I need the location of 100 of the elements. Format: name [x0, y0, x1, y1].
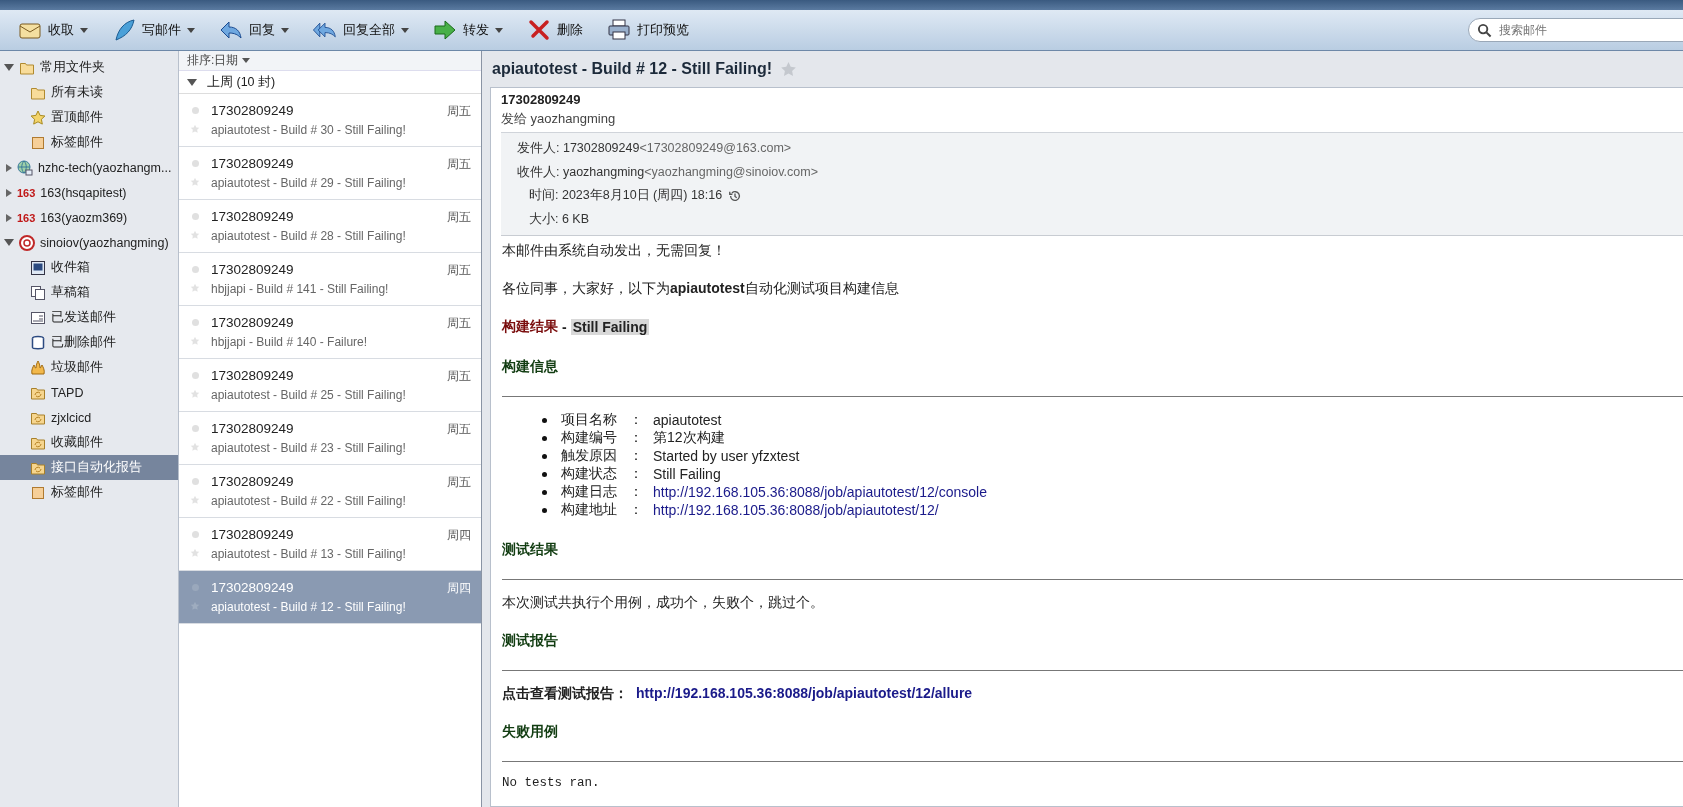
- mail-logo: 163: [17, 211, 36, 224]
- info-label: 构建编号: [561, 429, 618, 447]
- read-status-icon[interactable]: [191, 159, 199, 167]
- search-field[interactable]: 搜索邮件: [1468, 18, 1683, 42]
- message-sender: 17302809249: [211, 103, 295, 118]
- sort-button[interactable]: 排序:日期: [179, 51, 481, 71]
- toolbar-button[interactable]: 打印预览: [597, 14, 699, 46]
- message-item[interactable]: 17302809249 apiautotest - Build # 28 - Still Failing! 周五: [179, 200, 481, 253]
- section-heading: 失败用例: [502, 723, 559, 741]
- group-label: 上周 (10 封): [207, 73, 276, 91]
- star-icon[interactable]: [190, 282, 200, 293]
- folder-item[interactable]: 已删除邮件: [0, 330, 178, 355]
- history-icon[interactable]: [728, 188, 743, 203]
- message-subject: hbjjapi - Build # 141 - Still Failing!: [211, 282, 390, 296]
- toolbar-button[interactable]: 转发: [423, 14, 513, 46]
- caret-icon: [242, 58, 251, 63]
- info-label: 项目名称: [561, 411, 618, 429]
- toolbar-button[interactable]: 收取: [8, 14, 98, 46]
- info-label: 构建状态: [561, 465, 618, 483]
- folder-item[interactable]: 接口自动化报告: [0, 455, 178, 480]
- folder-item[interactable]: 所有未读: [0, 80, 178, 105]
- message-sender: 17302809249: [211, 156, 295, 171]
- message-item[interactable]: 17302809249 apiautotest - Build # 25 - Still Failing! 周五: [179, 359, 481, 412]
- read-status-icon[interactable]: [191, 106, 199, 114]
- message-item[interactable]: 17302809249 apiautotest - Build # 30 - Still Failing! 周五: [179, 94, 481, 147]
- message-sender: 17302809249: [211, 580, 295, 595]
- caret-icon: [401, 27, 409, 33]
- read-status-icon[interactable]: [191, 477, 199, 485]
- message-item[interactable]: 17302809249 apiautotest - Build # 29 - Still Failing! 周五: [179, 147, 481, 200]
- result-label: 构建结果: [502, 318, 558, 336]
- folder-item[interactable]: 163 163(hsqapitest): [0, 180, 178, 205]
- folder-item[interactable]: zjxlcicd: [0, 405, 178, 430]
- folder-item[interactable]: 收藏邮件: [0, 430, 178, 455]
- message-subject: apiautotest - Build # 22 - Still Failing!: [211, 494, 407, 508]
- star-icon[interactable]: [190, 123, 200, 134]
- test-summary-text: 本次测试共执行个用例，成功个，失败个，跳过个。: [502, 594, 825, 612]
- tag-icon: [30, 134, 46, 151]
- flame-icon: [30, 359, 46, 376]
- folder-item[interactable]: 收件箱: [0, 255, 178, 280]
- folder-item[interactable]: sinoiov(yaozhangming): [0, 230, 178, 255]
- read-status-icon[interactable]: [191, 530, 199, 538]
- info-label: 构建地址: [561, 501, 618, 519]
- collapse-arrow-icon[interactable]: [187, 78, 197, 86]
- toolbar-button[interactable]: 回复: [209, 14, 299, 46]
- message-item[interactable]: 17302809249 hbjjapi - Build # 141 - Still Failing! 周五: [179, 253, 481, 306]
- folder-item[interactable]: 置顶邮件: [0, 105, 178, 130]
- message-item[interactable]: 17302809249 apiautotest - Build # 22 - Still Failing! 周五: [179, 465, 481, 518]
- tag-icon: [30, 484, 46, 501]
- report-link[interactable]: http://192.168.105.36:8088/job/apiautotest/12/allure: [636, 685, 973, 703]
- sender-name: 17302809249: [501, 92, 582, 107]
- star-icon[interactable]: [190, 335, 200, 346]
- delete-icon: [527, 18, 551, 42]
- read-status-icon[interactable]: [191, 424, 199, 432]
- folder-item[interactable]: hzhc-tech(yaozhangm...: [0, 155, 178, 180]
- message-sender: 17302809249: [211, 527, 295, 542]
- read-status-icon[interactable]: [191, 318, 199, 326]
- folder-item[interactable]: 标签邮件: [0, 480, 178, 505]
- read-status-icon[interactable]: [191, 212, 199, 220]
- info-value: 第12次构建: [653, 429, 725, 447]
- greeting-text: 各位同事，大家好，以下为apiautotest自动化测试项目构建信息: [502, 280, 900, 298]
- message-item[interactable]: 17302809249 hbjjapi - Build # 140 - Failure! 周五: [179, 306, 481, 359]
- build-link[interactable]: http://192.168.105.36:8088/job/apiautotest/12/console: [653, 484, 987, 500]
- bullet-icon: [542, 507, 547, 513]
- folder-item[interactable]: 垃圾邮件: [0, 355, 178, 380]
- message-sender: 17302809249: [211, 315, 295, 330]
- message-day: 周五: [447, 474, 471, 491]
- expand-arrow-icon[interactable]: [6, 213, 12, 222]
- folder-item[interactable]: TAPD: [0, 380, 178, 405]
- star-icon[interactable]: [190, 176, 200, 187]
- caret-icon: [281, 27, 289, 33]
- star-icon[interactable]: [780, 60, 798, 78]
- folder-item[interactable]: 标签邮件: [0, 130, 178, 155]
- section-heading: 测试报告: [502, 632, 559, 650]
- folder-item[interactable]: 已发送邮件: [0, 305, 178, 330]
- message-day: 周五: [447, 421, 471, 438]
- info-value: Started by user yfzxtest: [653, 448, 800, 464]
- report-label: 点击查看测试报告：: [502, 685, 628, 703]
- toolbar-button[interactable]: 写邮件: [102, 14, 205, 46]
- star-icon[interactable]: [190, 229, 200, 240]
- expand-arrow-icon[interactable]: [6, 188, 12, 197]
- star-icon[interactable]: [190, 494, 200, 505]
- folder-item[interactable]: 163 163(yaozm369): [0, 205, 178, 230]
- toolbar-button[interactable]: 删除: [517, 14, 593, 46]
- result-status: Still Failing: [570, 319, 650, 335]
- message-item[interactable]: 17302809249 apiautotest - Build # 23 - Still Failing! 周五: [179, 412, 481, 465]
- message-subject: apiautotest - Build # 13 - Still Failing!: [211, 547, 407, 561]
- star-icon[interactable]: [190, 441, 200, 452]
- caret-icon: [80, 27, 88, 33]
- read-status-icon[interactable]: [191, 265, 199, 273]
- folder-item[interactable]: 常用文件夹: [0, 55, 178, 80]
- toolbar-button[interactable]: 回复全部: [303, 14, 419, 46]
- message-day: 周五: [447, 156, 471, 173]
- read-status-icon[interactable]: [191, 371, 199, 379]
- separator-text: ：: [629, 429, 644, 447]
- build-link[interactable]: http://192.168.105.36:8088/job/apiautotest/12/: [653, 502, 939, 518]
- star-icon[interactable]: [190, 388, 200, 399]
- message-subject: apiautotest - Build # 29 - Still Failing!: [211, 176, 407, 190]
- folder-item[interactable]: 草稿箱: [0, 280, 178, 305]
- detail-line: 时间: 2023年8月10日 (周四) 18:16: [529, 187, 723, 205]
- star-icon[interactable]: [190, 547, 200, 558]
